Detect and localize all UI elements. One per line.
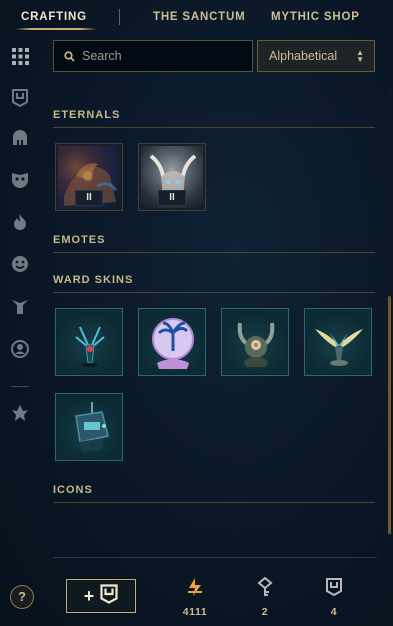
ward-skin-tile[interactable] — [55, 393, 123, 461]
section-title-ward-skins: WARD SKINS — [53, 274, 134, 286]
tab-crafting[interactable]: CRAFTING — [21, 11, 87, 23]
plus-icon: + — [83, 586, 95, 606]
section-title-eternals: ETERNALS — [53, 109, 121, 121]
sort-selected-value: Alphabetical — [269, 49, 338, 63]
helmet-icon[interactable] — [10, 128, 30, 148]
active-tab-indicator — [15, 28, 97, 30]
mask-icon[interactable] — [10, 170, 30, 190]
ward-skin-tile[interactable] — [304, 308, 372, 376]
bottom-divider — [53, 557, 377, 558]
emote-face-icon[interactable] — [10, 254, 30, 274]
nav-divider — [119, 9, 120, 25]
chest-icon — [100, 583, 118, 609]
tab-mythic-shop[interactable]: MYTHIC SHOP — [271, 11, 360, 23]
help-button[interactable]: ? — [10, 585, 34, 609]
section-divider — [53, 502, 375, 503]
search-input[interactable] — [82, 49, 242, 63]
ward-skin-image — [58, 396, 120, 458]
chevron-up-down-icon: ▲ ▼ — [356, 48, 364, 64]
profile-icon-icon[interactable] — [10, 339, 30, 359]
ward-skin-tile[interactable] — [55, 308, 123, 376]
key-currency: 2 — [245, 576, 285, 618]
ward-icon[interactable] — [10, 296, 30, 316]
section-divider — [53, 292, 375, 293]
eternal-tile[interactable]: II — [138, 143, 206, 211]
search-icon — [63, 50, 75, 62]
section-divider — [53, 127, 375, 128]
sidebar-divider — [11, 386, 29, 387]
section-title-emotes: EMOTES — [53, 234, 106, 246]
scrollbar-thumb[interactable] — [388, 296, 391, 534]
ward-skin-image — [141, 311, 203, 373]
tab-the-sanctum[interactable]: THE SANCTUM — [153, 11, 246, 23]
flame-icon[interactable] — [10, 212, 30, 232]
chest-icon[interactable] — [10, 88, 30, 108]
section-divider — [53, 252, 375, 253]
grid-icon[interactable] — [10, 46, 30, 66]
eternal-level-badge: II — [75, 190, 103, 206]
eternal-level-badge: II — [158, 190, 186, 206]
orange-essence-currency: 4111 — [175, 576, 215, 618]
tft-icon[interactable] — [10, 403, 30, 423]
eternal-tile[interactable]: II — [55, 143, 123, 211]
key-amount: 2 — [261, 606, 269, 618]
chest-amount: 4 — [330, 606, 338, 618]
orange-essence-amount: 4111 — [182, 606, 208, 618]
orange-essence-icon — [175, 576, 215, 598]
sort-dropdown[interactable]: Alphabetical ▲ ▼ — [257, 40, 375, 72]
ward-skin-image — [224, 311, 286, 373]
chest-currency: 4 — [314, 576, 354, 618]
search-box[interactable] — [53, 40, 253, 72]
section-title-icons: ICONS — [53, 484, 93, 496]
ward-skin-tile[interactable] — [138, 308, 206, 376]
ward-skin-tile[interactable] — [221, 308, 289, 376]
key-icon — [245, 576, 285, 598]
ward-skin-image — [307, 311, 369, 373]
ward-skin-image — [58, 311, 120, 373]
chest-icon — [314, 576, 354, 598]
add-chest-button[interactable]: + — [66, 579, 136, 613]
top-navigation: CRAFTING THE SANCTUM MYTHIC SHOP — [0, 0, 393, 36]
